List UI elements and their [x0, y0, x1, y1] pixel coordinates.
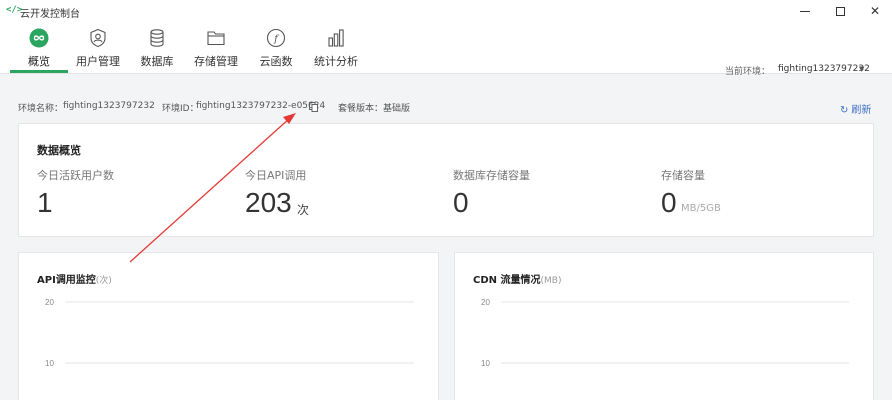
- env-label: 当前环境：: [725, 67, 771, 77]
- maximize-icon: [835, 6, 845, 16]
- bar-chart-icon: [328, 29, 344, 47]
- cdn-chart: 20 10: [481, 298, 849, 368]
- window-title: 云开发控制台: [20, 9, 80, 20]
- nav-item-database[interactable]: 数据库: [128, 28, 186, 74]
- cdn-traffic-card: CDN 流量情况(MB) 20 10: [454, 252, 874, 400]
- nav-label: 统计分析: [314, 55, 358, 68]
- overview-title: 数据概览: [37, 144, 81, 157]
- nav-label: 云函数: [259, 55, 293, 68]
- close-button[interactable]: ✕: [860, 2, 890, 20]
- copy-icon[interactable]: [309, 102, 318, 112]
- maximize-button[interactable]: [825, 2, 855, 20]
- close-icon: ✕: [869, 4, 881, 18]
- stat-api-calls: 今日API调用 203 次: [245, 167, 445, 218]
- stat-label: 今日API调用: [245, 169, 307, 182]
- top-navigation: 概览 用户管理 数据库 存储管理 f 云函数 统计分析 当前环境： fighti…: [0, 22, 892, 77]
- stat-active-users: 今日活跃用户数 1: [37, 167, 237, 218]
- api-chart: 20 10: [45, 298, 414, 368]
- nav-item-functions[interactable]: f 云函数: [247, 28, 305, 74]
- nav-item-analytics[interactable]: 统计分析: [307, 28, 365, 74]
- refresh-icon: ↻: [840, 105, 849, 116]
- database-icon: [150, 29, 164, 47]
- env-id-value: fighting1323797232-e05624: [196, 101, 326, 111]
- stat-unit: MB/5GB: [681, 203, 721, 214]
- api-monitor-card: API调用监控(次) 20 10: [18, 252, 439, 400]
- user-shield-icon: [90, 28, 106, 48]
- function-icon: f: [266, 28, 286, 48]
- env-id-label: 环境ID：: [162, 104, 199, 114]
- stat-unit: 次: [297, 203, 310, 217]
- stat-value: 1: [37, 187, 53, 218]
- env-name-label: 环境名称：: [18, 104, 64, 114]
- refresh-label: 刷新: [851, 105, 872, 116]
- minimize-icon: [800, 10, 810, 12]
- nav-label: 用户管理: [76, 55, 120, 68]
- infinity-icon: [29, 28, 49, 48]
- caret-down-icon[interactable]: ▼: [859, 65, 864, 73]
- window-titlebar: </> 云开发控制台 ✕: [0, 0, 892, 22]
- y-tick-label: 20: [481, 298, 490, 307]
- nav-label: 存储管理: [194, 55, 238, 68]
- stat-label: 存储容量: [661, 169, 705, 182]
- stat-value: 0: [453, 187, 469, 218]
- stat-label: 数据库存储容量: [453, 169, 530, 182]
- svg-text:f: f: [273, 34, 280, 45]
- env-selector[interactable]: fighting1323797232: [778, 64, 870, 74]
- env-name-value: fighting1323797232: [63, 101, 155, 111]
- stat-label: 今日活跃用户数: [37, 169, 114, 182]
- stat-storage: 存储容量 0 MB/5GB: [661, 167, 861, 218]
- y-tick-label: 10: [45, 359, 54, 368]
- plan-label: 套餐版本：: [338, 104, 384, 114]
- y-tick-label: 20: [45, 298, 54, 307]
- stat-value: 0: [661, 187, 677, 218]
- nav-item-users[interactable]: 用户管理: [69, 28, 127, 74]
- refresh-button[interactable]: ↻ 刷新: [840, 101, 871, 116]
- plan-value: 基础版: [383, 104, 411, 114]
- active-tab-indicator: [10, 70, 68, 73]
- nav-item-overview[interactable]: 概览: [10, 28, 68, 74]
- y-tick-label: 10: [481, 359, 490, 368]
- nav-label: 概览: [28, 55, 50, 68]
- nav-label: 数据库: [140, 55, 174, 68]
- overview-card: 数据概览 今日活跃用户数 1 今日API调用 203 次 数据库存储容量 0 存…: [18, 123, 874, 237]
- minimize-button[interactable]: [790, 2, 820, 20]
- nav-item-storage[interactable]: 存储管理: [187, 28, 245, 74]
- stat-value: 203: [245, 187, 292, 218]
- folder-icon: [207, 31, 225, 46]
- stat-db-storage: 数据库存储容量 0: [453, 167, 653, 218]
